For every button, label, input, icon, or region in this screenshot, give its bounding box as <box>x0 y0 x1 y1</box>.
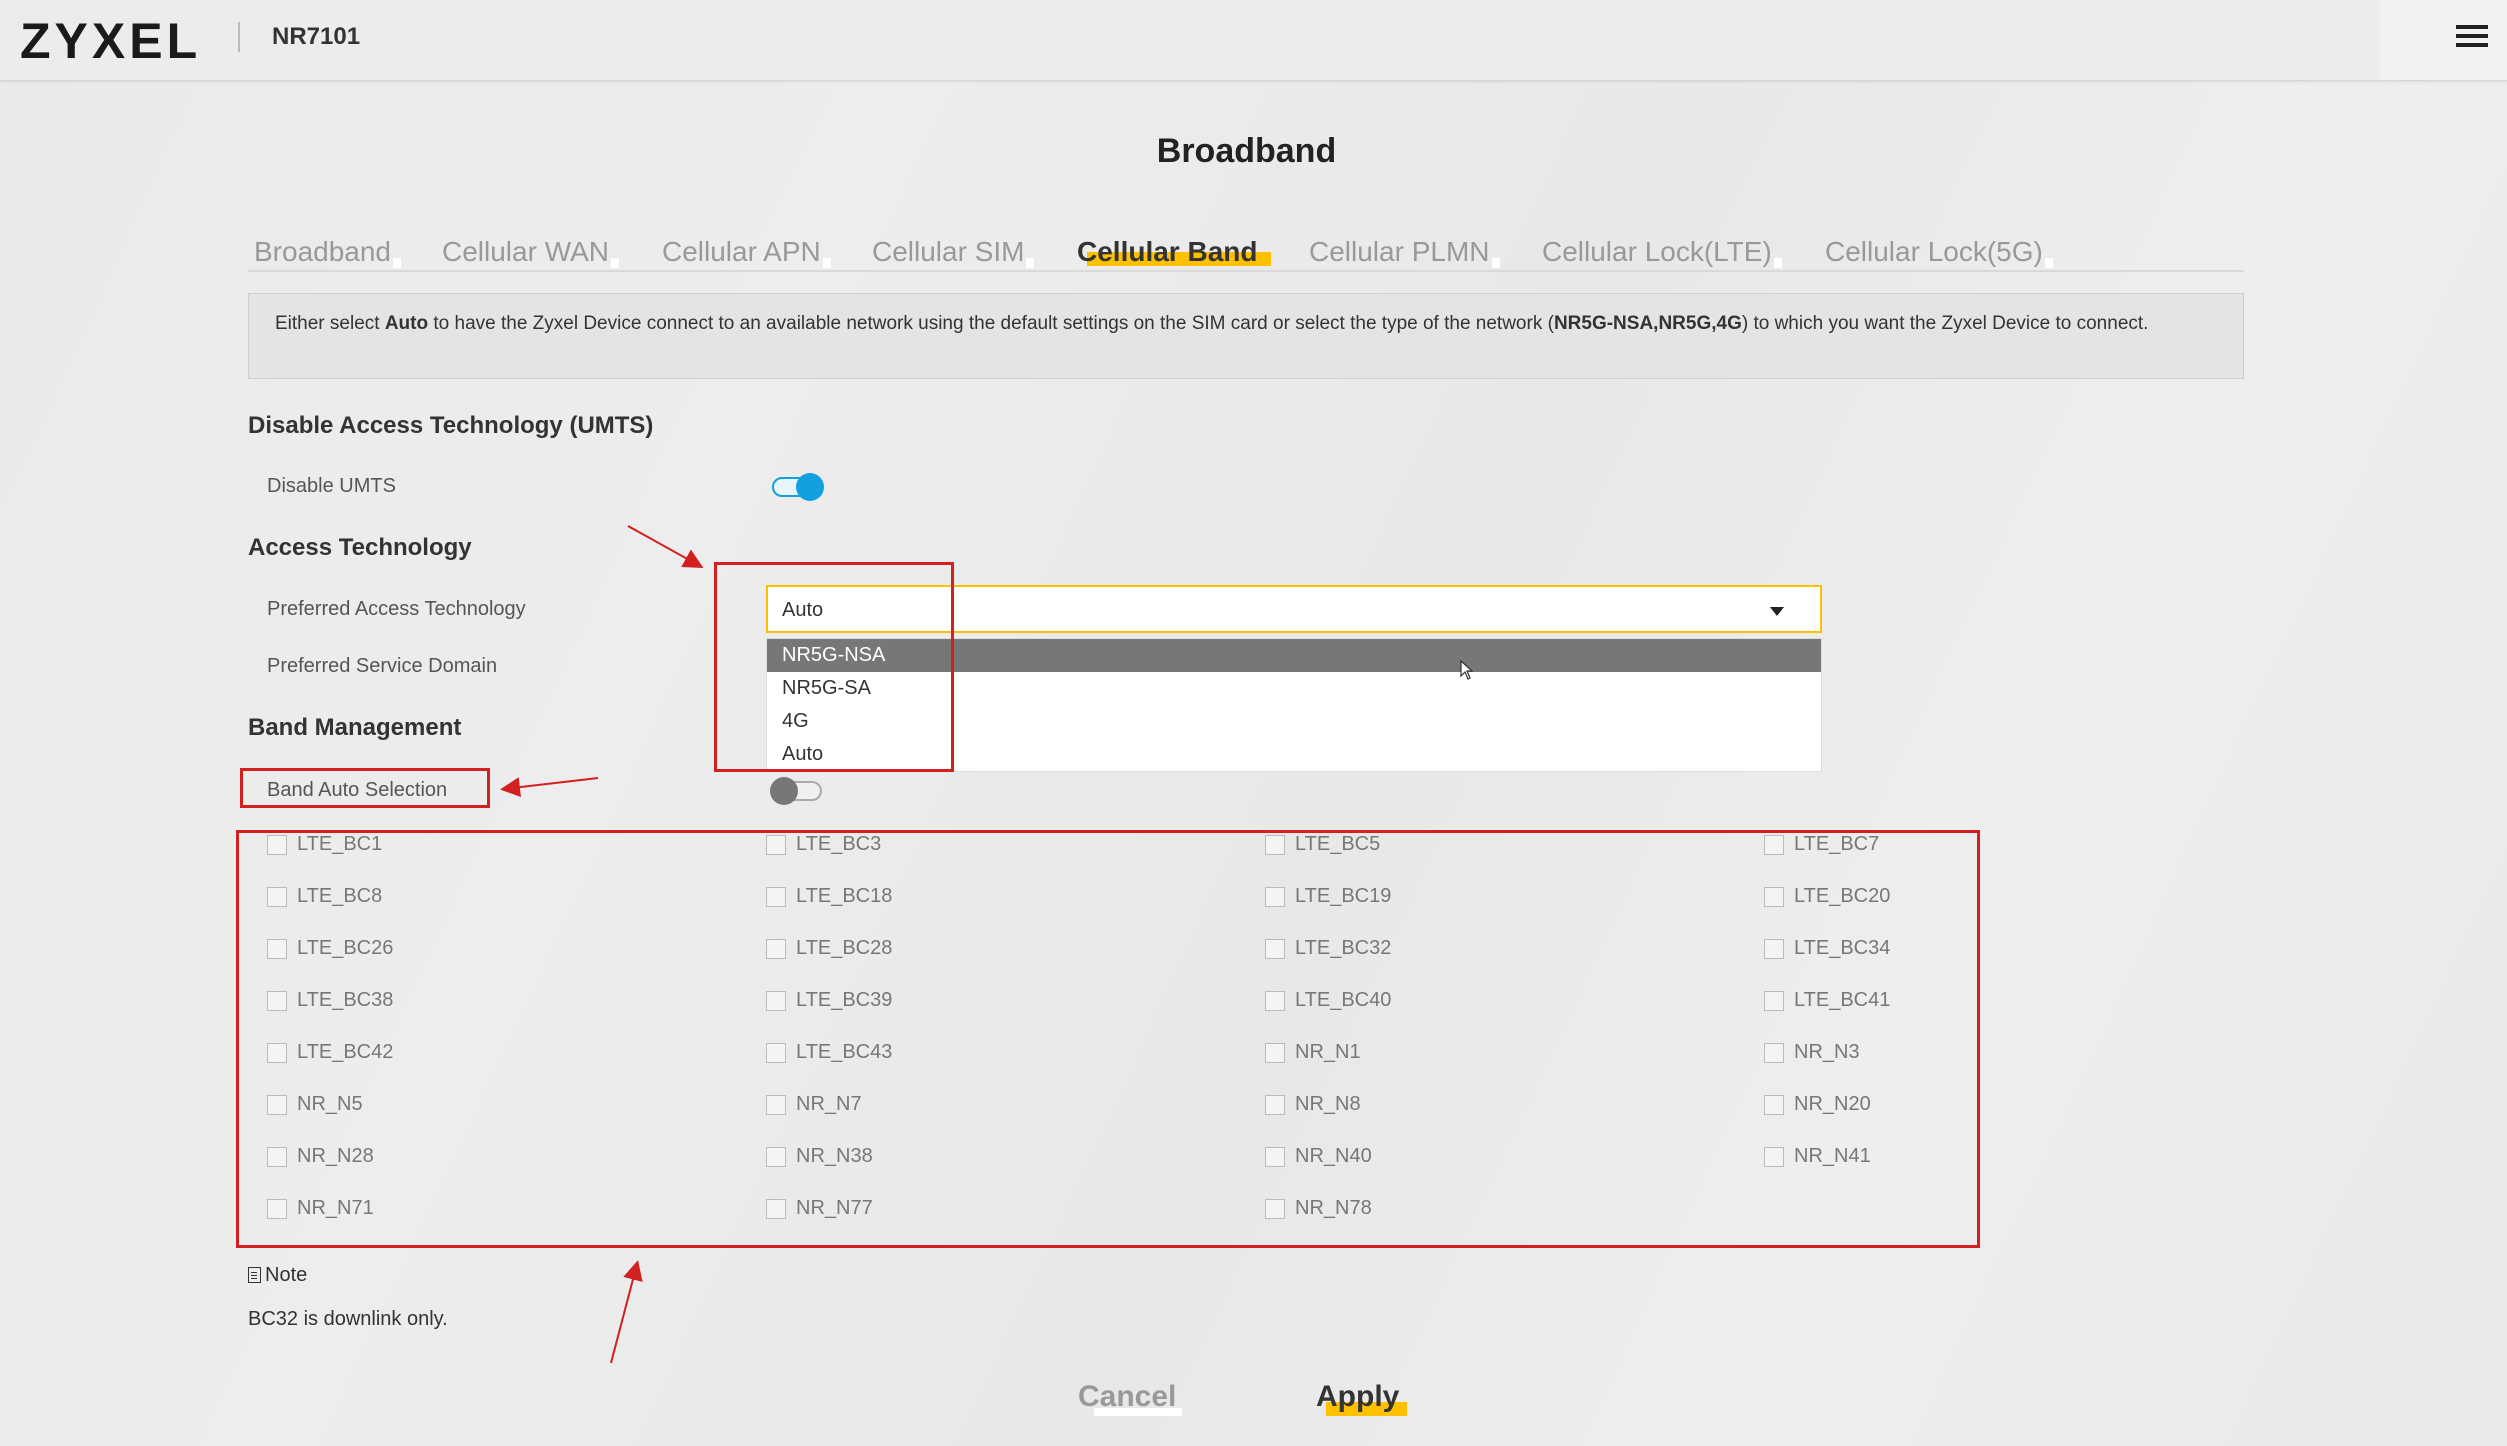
arrow-to-dropdown <box>627 525 704 568</box>
arrow-to-bands <box>610 1260 643 1364</box>
arrow-to-band-auto <box>500 777 599 798</box>
annotation-arrows <box>500 525 704 1364</box>
